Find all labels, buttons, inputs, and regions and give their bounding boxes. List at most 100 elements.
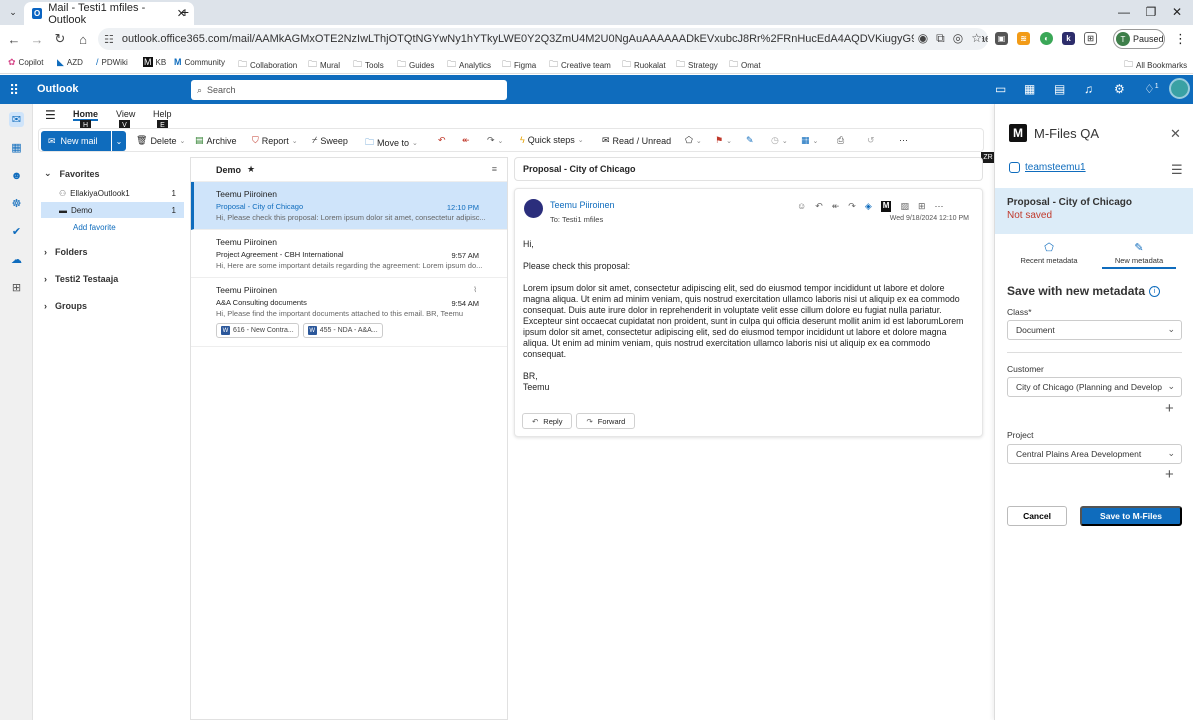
flag-button[interactable]: ⚑ ⌄ — [715, 135, 732, 146]
archive-button[interactable]: ▤ Archive — [195, 135, 237, 146]
sweep-button[interactable]: ⌿ Sweep — [312, 135, 348, 146]
favorite-star-icon[interactable]: ★ — [247, 164, 255, 175]
mfiles-addin-icon[interactable]: M — [880, 201, 892, 212]
more-options-button[interactable]: ··· — [899, 135, 908, 145]
bookmark-analytics[interactable]: 🗀 Analytics — [447, 57, 491, 73]
undo-icon[interactable]: ↺ — [867, 135, 875, 146]
save-to-mfiles-button[interactable]: Save to M-Files — [1080, 506, 1182, 526]
puzzle-extensions-icon[interactable]: ⊞ — [1084, 32, 1097, 45]
notifications-bell-icon[interactable]: ♫ — [1084, 82, 1093, 96]
groups-app-icon[interactable]: ☸ — [9, 196, 24, 211]
bookmark-creative-team[interactable]: 🗀 Creative team — [549, 57, 611, 73]
onedrive-app-icon[interactable]: ☁ — [9, 252, 24, 267]
folder-demo[interactable]: ▬ Demo 1 — [41, 202, 184, 218]
image-icon[interactable]: ▨ — [900, 201, 909, 212]
bookmark-tools[interactable]: 🗀 Tools — [353, 57, 384, 73]
tab-search-chevron-icon[interactable]: ⌄ — [6, 5, 20, 19]
add-customer-icon[interactable]: + — [1165, 400, 1174, 417]
bookmark-pdwiki[interactable]: / PDWiki — [96, 57, 128, 67]
attachment-chip[interactable]: W 616 - New Contra... — [216, 323, 299, 338]
reply-icon[interactable]: ↶ — [438, 135, 446, 146]
bookmark-guides[interactable]: 🗀 Guides — [397, 57, 434, 73]
forward-icon[interactable]: → — [29, 31, 45, 47]
todo-app-icon[interactable]: ✔ — [9, 224, 24, 239]
tips-lightbulb-icon[interactable]: ♢1 — [1144, 82, 1159, 96]
reply-all-icon[interactable]: ↞ — [832, 201, 840, 212]
bookmark-community[interactable]: M Community — [174, 57, 225, 67]
forward-button[interactable]: ↷ Forward — [576, 413, 636, 429]
tab-help[interactable]: Help — [153, 109, 172, 119]
report-button[interactable]: ⛉ Report ⌄ — [252, 135, 298, 146]
bookmark-omat[interactable]: 🗀 Omat — [729, 57, 761, 73]
more-apps-icon[interactable]: ⊞ — [9, 280, 24, 295]
my-day-icon[interactable]: ▤ — [1054, 82, 1065, 96]
address-bar[interactable]: ☷ outlook.office365.com/mail/AAMkAGMxOTE… — [98, 28, 988, 50]
ribbon-menu-icon[interactable]: ☰ — [45, 108, 56, 122]
delete-button[interactable]: 🗑 Delete ⌄ — [136, 135, 185, 146]
install-app-icon[interactable]: ⧉ — [936, 31, 945, 46]
extension-1-icon[interactable]: ▣ — [995, 32, 1008, 45]
quick-steps-button[interactable]: ϟ Quick steps ⌄ — [520, 135, 584, 145]
info-icon[interactable]: i — [1149, 285, 1161, 297]
browser-tab[interactable]: O Mail - Testi1 mfiles - Outlook ✕ — [24, 2, 194, 26]
class-select[interactable]: Document ⌄ — [1007, 320, 1182, 340]
project-select[interactable]: Central Plains Area Development ⌄ — [1007, 444, 1182, 464]
meet-now-icon[interactable]: ▭ — [995, 82, 1006, 96]
bookmark-star-icon[interactable]: ☆ — [971, 31, 982, 46]
print-icon[interactable]: ⎙ — [837, 135, 844, 146]
reply-all-icon[interactable]: ↞ — [462, 135, 470, 146]
mail-app-icon[interactable]: ✉ — [9, 112, 24, 127]
snooze-button[interactable]: ◷ ⌄ — [771, 135, 788, 146]
teams-icon[interactable]: ▦ — [1024, 82, 1035, 96]
app-launcher-icon[interactable]: ⠿ — [9, 82, 19, 99]
tab-view[interactable]: View — [116, 109, 135, 119]
message-item[interactable]: Teemu Piiroinen Project Agreement - CBH … — [191, 230, 507, 278]
cancel-button[interactable]: Cancel — [1007, 506, 1067, 526]
emoji-reaction-icon[interactable]: ☺ — [797, 201, 806, 212]
message-item[interactable]: Teemu Piiroinen Proposal - City of Chica… — [191, 182, 507, 230]
new-mail-dropdown-icon[interactable]: ⌄ — [112, 131, 126, 151]
add-favorite-link[interactable]: Add favorite — [73, 223, 116, 232]
move-to-button[interactable]: 🗀 Move to ⌄ — [365, 135, 418, 151]
forward-icon[interactable]: ↷ — [848, 201, 856, 212]
bookmark-mural[interactable]: 🗀 Mural — [308, 57, 340, 73]
bookmark-strategy[interactable]: 🗀 Strategy — [676, 57, 718, 73]
bookmark-figma[interactable]: 🗀 Figma — [502, 57, 536, 73]
back-icon[interactable]: ← — [6, 31, 22, 47]
calendar-app-icon[interactable]: ▦ — [9, 140, 24, 155]
people-app-icon[interactable]: ☻ — [9, 168, 24, 183]
all-bookmarks[interactable]: 🗀 All Bookmarks — [1124, 57, 1187, 73]
reader-icon[interactable]: ◎ — [953, 31, 963, 46]
bookmark-azd[interactable]: ◣ AZD — [57, 57, 83, 68]
color-extension-icon[interactable]: ◐ — [1040, 32, 1053, 45]
add-project-icon[interactable]: + — [1165, 466, 1174, 483]
tab-new-metadata[interactable]: ✎ New metadata — [1102, 241, 1176, 269]
message-item[interactable]: Teemu Piiroinen A&A Consulting documents… — [191, 278, 507, 347]
search-box[interactable]: ⌕ Search — [191, 80, 507, 100]
read-unread-button[interactable]: ✉ Read / Unread — [602, 135, 671, 146]
apps-grid-icon[interactable]: ⊞ — [918, 201, 926, 212]
tag-button[interactable]: ⬠ ⌄ — [685, 135, 702, 146]
tab-recent-metadata[interactable]: ⬠ Recent metadata — [1012, 241, 1086, 265]
k-extension-icon[interactable]: k — [1062, 32, 1075, 45]
bookmark-copilot[interactable]: ✿ Copilot — [8, 57, 43, 68]
forward-icon[interactable]: ↷ ⌄ — [487, 135, 503, 146]
reload-icon[interactable]: ↻ — [52, 31, 68, 47]
sender-name[interactable]: Teemu Piiroinen — [550, 200, 615, 210]
folder-ellakiya[interactable]: ⚇ EllakiyaOutlook1 1 — [41, 185, 184, 201]
folders-header[interactable]: › Folders — [44, 247, 88, 257]
bookmark-kb[interactable]: M KB — [143, 57, 166, 67]
new-mail-button[interactable]: ✉ New mail — [41, 131, 111, 151]
rules-button[interactable]: ▦ ⌄ — [801, 135, 818, 146]
rss-extension-icon[interactable]: ≋ — [1017, 32, 1030, 45]
filter-icon[interactable]: ≡ — [492, 164, 497, 174]
reply-button[interactable]: ↶ Reply — [522, 413, 573, 429]
user-avatar[interactable] — [1169, 78, 1190, 99]
restore-icon[interactable]: ❐ — [1139, 4, 1163, 20]
bookmark-ruokalat[interactable]: 🗀 Ruokalat — [622, 57, 666, 73]
more-actions-icon[interactable]: ··· — [935, 201, 944, 212]
site-info-icon[interactable]: ☷ — [104, 33, 114, 46]
eye-icon[interactable]: ◉ — [918, 31, 928, 46]
profile-button[interactable]: T Paused — [1113, 29, 1165, 49]
sender-avatar[interactable] — [524, 199, 543, 218]
